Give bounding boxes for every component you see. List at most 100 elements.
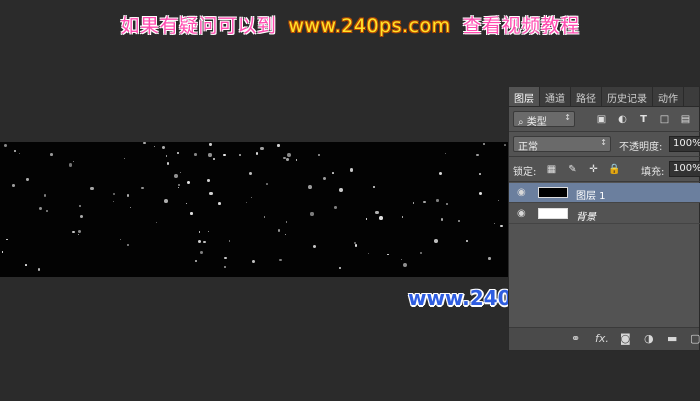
fill-field[interactable]: 100% [669,161,700,177]
star-dot [333,205,337,209]
fx-icon[interactable]: fx. [595,332,609,345]
star-dot [79,214,83,218]
star-dot [176,152,179,155]
chevron-updown-icon: ↕ [564,113,571,122]
star-dot [3,144,7,148]
star-dot [6,239,8,241]
adjustment-icon[interactable]: ◑ [644,332,654,345]
star-dot [45,209,48,212]
blend-mode-value: 正常 [518,142,538,153]
star-dot [279,259,282,262]
star-dot [177,187,179,189]
star-dot [458,219,461,222]
star-dot [222,153,226,157]
star-dot [367,252,370,254]
folder-icon[interactable]: ▬ [667,332,677,345]
star-dot [465,240,468,243]
star-dot [153,145,156,148]
star-dot [494,222,496,224]
eye-icon[interactable]: ◉ [517,187,526,198]
star-dot [353,241,357,244]
star-dot [12,184,15,187]
star-dot [365,218,367,220]
opacity-label: 不透明度: [619,142,663,153]
star-dot [479,173,481,175]
tab-channels[interactable]: 通道 [540,87,571,106]
star-dot [165,155,168,157]
blend-mode-select[interactable]: 正常 ↕ [513,136,611,153]
lock-transparent-icon[interactable]: ▦ [545,163,558,176]
adjustment-filter-icon[interactable]: ◐ [616,113,629,126]
star-dot [338,266,341,270]
tab-layers[interactable]: 图层 [509,87,540,106]
star-dot [255,152,259,155]
star-dot [77,233,80,235]
star-dot [444,152,447,154]
search-icon: ⌕ [518,117,524,128]
star-dot [69,163,73,167]
star-dot [251,259,255,263]
top-banner: 如果有疑问可以到 www.240ps.com 查看视频教程 [0,11,700,38]
star-dot [140,186,144,190]
star-dot [246,201,248,203]
panel-tabs: 图层 通道 路径 历史记录 动作 [509,87,699,107]
tab-actions[interactable]: 动作 [653,87,684,106]
pixel-filter-icon[interactable]: ▣ [595,113,608,126]
banner-text-right: 查看视频教程 [462,15,580,37]
star-dot [209,143,212,146]
lock-position-icon[interactable]: ✛ [587,163,600,176]
star-dot [248,171,252,176]
lock-brush-icon[interactable]: ✎ [566,163,579,176]
star-dot [195,259,197,262]
mask-icon[interactable]: ◙ [620,332,631,345]
document-canvas[interactable] [0,142,510,277]
star-dot [129,206,131,208]
divider [509,131,700,132]
tab-paths[interactable]: 路径 [571,87,602,106]
star-dot [38,206,42,210]
star-dot [499,224,503,228]
star-dot [497,199,500,202]
filter-type-select[interactable]: ⌕ 类型 ↕ [513,111,575,128]
star-dot [322,176,326,180]
smart-object-filter-icon[interactable]: ▤ [679,113,692,126]
star-dot [419,251,423,255]
shape-filter-icon[interactable]: □ [658,113,671,126]
star-dot [354,244,358,247]
banner-url: www.240ps.com [288,15,451,37]
star-dot [26,178,29,181]
banner-text-left: 如果有疑问可以到 [120,15,277,37]
star-dot [207,178,211,182]
layer-row[interactable]: ◉ 背景 [509,204,700,224]
star-dot [194,153,197,157]
layer-thumbnail [538,187,568,198]
star-dot [434,239,439,243]
star-dot [224,266,226,268]
layer-row[interactable]: ◉ 图层 1 [509,183,700,203]
eye-icon[interactable]: ◉ [517,208,526,219]
lock-all-icon[interactable]: 🔒 [608,163,621,176]
star-dot [387,253,389,256]
lock-row: 锁定: ▦ ✎ ✛ 🔒 填充: 100% [509,158,700,180]
lock-label: 锁定: [513,167,537,178]
star-dot [18,152,21,155]
star-dot [72,230,76,234]
star-dot [190,212,193,215]
star-dot [504,143,507,146]
star-dot [440,218,443,221]
link-icon[interactable]: ⚭ [571,332,580,345]
opacity-field[interactable]: 100% [669,136,700,152]
star-dot [112,192,115,195]
star-dot [77,229,81,233]
star-dot [228,240,231,242]
tab-history[interactable]: 历史记录 [602,87,653,106]
star-dot [1,251,3,253]
star-dot [403,262,408,267]
star-dot [263,216,266,218]
star-dot [186,202,188,204]
star-dot [13,149,16,152]
new-layer-icon[interactable]: ▢ [690,332,700,345]
type-filter-icon[interactable]: T [637,113,650,126]
star-dot [318,153,321,156]
star-dot [38,268,41,271]
